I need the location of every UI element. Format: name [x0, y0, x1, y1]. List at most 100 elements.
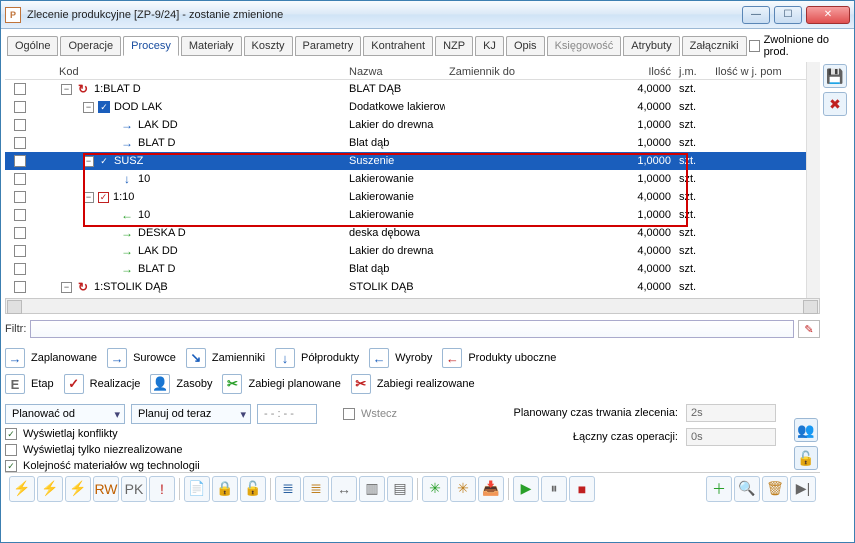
row-checkbox[interactable] — [14, 119, 26, 131]
toolbar-button[interactable]: ≣ — [275, 476, 301, 502]
back-checkbox[interactable] — [343, 408, 355, 420]
table-row[interactable]: →LAK DDLakier do drewna4,0000szt. — [5, 242, 820, 260]
row-checkbox[interactable] — [14, 173, 26, 185]
toolbar-button[interactable]: ✳ — [450, 476, 476, 502]
legend-item[interactable]: ✂Zabiegi realizowane — [351, 374, 475, 394]
plan-direction-combo[interactable]: Planować od — [5, 404, 125, 424]
tab-kj[interactable]: KJ — [475, 36, 504, 56]
row-checkbox[interactable] — [14, 263, 26, 275]
toolbar-button[interactable]: ⚡ — [65, 476, 91, 502]
toolbar-button[interactable]: ! — [149, 476, 175, 502]
legend-item[interactable]: ←Produkty uboczne — [442, 348, 556, 368]
row-checkbox[interactable] — [14, 155, 26, 167]
table-row[interactable]: →DESKA Ddeska dębowa4,0000szt. — [5, 224, 820, 242]
row-checkbox[interactable] — [14, 245, 26, 257]
tab-koszty[interactable]: Koszty — [244, 36, 293, 56]
filter-edit-button[interactable]: ✎ — [798, 320, 820, 338]
toolbar-button[interactable]: 🔒 — [212, 476, 238, 502]
tab-atrybuty[interactable]: Atrybuty — [623, 36, 679, 56]
table-row[interactable]: ↓10Lakierowanie1,0000szt. — [5, 170, 820, 188]
col-zamiennik[interactable]: Zamiennik do — [445, 66, 615, 78]
toolbar-button[interactable]: ⏸ — [541, 476, 567, 502]
toolbar-button[interactable]: RW — [93, 476, 119, 502]
user-link-button[interactable]: 👥 — [794, 418, 818, 442]
maximize-button[interactable]: ☐ — [774, 6, 802, 24]
cancel-button[interactable]: ✖ — [823, 92, 847, 116]
legend-item[interactable]: 👤Zasoby — [150, 374, 212, 394]
vertical-scrollbar[interactable] — [806, 62, 820, 298]
minimize-button[interactable]: — — [742, 6, 770, 24]
toolbar-button[interactable]: 📥 — [478, 476, 504, 502]
table-row[interactable]: −↻1:STOLIK DĄBSTOLIK DĄB4,0000szt. — [5, 278, 820, 296]
toolbar-button[interactable]: ⚡ — [9, 476, 35, 502]
table-row[interactable]: −✓DOD LAKDodatkowe lakierowa4,0000szt. — [5, 98, 820, 116]
tab-ogolne[interactable]: Ogólne — [7, 36, 58, 56]
legend-item[interactable]: ↘Zamienniki — [186, 348, 265, 368]
toolbar-button[interactable]: ↔ — [331, 476, 357, 502]
tab-kontrahent[interactable]: Kontrahent — [363, 36, 433, 56]
plan-time-input[interactable]: - - : - - — [257, 404, 317, 424]
tab-opis[interactable]: Opis — [506, 36, 545, 56]
row-checkbox[interactable] — [14, 209, 26, 221]
toolbar-button[interactable]: 🔓 — [240, 476, 266, 502]
toolbar-button[interactable]: 🔍 — [734, 476, 760, 502]
col-jm[interactable]: j.m. — [675, 66, 711, 78]
col-kod[interactable]: Kod — [55, 66, 345, 78]
release-checkbox[interactable] — [749, 40, 760, 52]
legend-item[interactable]: →Surowce — [107, 348, 176, 368]
tab-operacje[interactable]: Operacje — [60, 36, 121, 56]
toolbar-button[interactable]: ≣ — [303, 476, 329, 502]
toolbar-button[interactable]: ■ — [569, 476, 595, 502]
row-checkbox[interactable] — [14, 137, 26, 149]
toolbar-button[interactable]: ▤ — [387, 476, 413, 502]
tab-parametry[interactable]: Parametry — [295, 36, 362, 56]
legend-item[interactable]: ✂Zabiegi planowane — [222, 374, 340, 394]
horizontal-scrollbar[interactable] — [5, 298, 820, 314]
col-ilosc[interactable]: Ilość — [615, 66, 675, 78]
unrealized-checkbox[interactable] — [5, 444, 17, 456]
legend-item[interactable]: ✓Realizacje — [64, 374, 141, 394]
toolbar-button[interactable]: PK — [121, 476, 147, 502]
row-checkbox[interactable] — [14, 101, 26, 113]
tab-nzp[interactable]: NZP — [435, 36, 473, 56]
toolbar-button[interactable]: ⚡ — [37, 476, 63, 502]
toolbar-button[interactable]: 📄 — [184, 476, 210, 502]
techorder-checkbox[interactable] — [5, 460, 17, 472]
table-row[interactable]: −✓1:10Lakierowanie4,0000szt. — [5, 188, 820, 206]
row-checkbox[interactable] — [14, 281, 26, 293]
tab-ksiegowosc[interactable]: Księgowość — [547, 36, 622, 56]
table-row[interactable]: −↻1:BLAT DBLAT DĄB4,0000szt. — [5, 80, 820, 98]
legend-item[interactable]: ↓Półprodukty — [275, 348, 359, 368]
save-button[interactable]: 💾 — [823, 64, 847, 88]
table-row[interactable]: →BLAT DBlat dąb1,0000szt. — [5, 134, 820, 152]
table-row[interactable]: →BLAT DBlat dąb4,0000szt. — [5, 260, 820, 278]
grid-body: −↻1:BLAT DBLAT DĄB4,0000szt.−✓DOD LAKDod… — [5, 80, 820, 296]
row-checkbox[interactable] — [14, 227, 26, 239]
plan-from-combo[interactable]: Planuj od teraz — [131, 404, 251, 424]
filter-input[interactable] — [30, 320, 794, 338]
close-button[interactable]: ✕ — [806, 6, 850, 24]
table-row[interactable]: ←10Lakierowanie1,0000szt. — [5, 206, 820, 224]
toolbar-button[interactable]: ＋ — [706, 476, 732, 502]
tab-zalaczniki[interactable]: Załączniki — [682, 36, 747, 56]
lock-button[interactable]: 🔓 — [794, 446, 818, 470]
conflicts-checkbox[interactable] — [5, 428, 17, 440]
row-checkbox[interactable] — [14, 83, 26, 95]
legend-item[interactable]: →Zaplanowane — [5, 348, 97, 368]
table-row[interactable]: −✓SUSZSuszenie1,0000szt. — [5, 152, 820, 170]
col-nazwa[interactable]: Nazwa — [345, 66, 445, 78]
toolbar-button[interactable]: ▥ — [359, 476, 385, 502]
col-iloscjp[interactable]: Ilość w j. pom — [711, 66, 791, 78]
toolbar-button[interactable]: ▶| — [790, 476, 816, 502]
tab-materialy[interactable]: Materiały — [181, 36, 242, 56]
legend-item[interactable]: EEtap — [5, 374, 54, 394]
table-row[interactable]: →LAK DDLakier do drewna1,0000szt. — [5, 116, 820, 134]
total-op-time-value: 0s — [686, 428, 776, 446]
app-window: P Zlecenie produkcyjne [ZP-9/24] - zosta… — [0, 0, 855, 543]
toolbar-button[interactable]: ▶ — [513, 476, 539, 502]
toolbar-button[interactable]: ✳ — [422, 476, 448, 502]
legend-item[interactable]: ←Wyroby — [369, 348, 432, 368]
tab-procesy[interactable]: Procesy — [123, 36, 179, 56]
toolbar-button[interactable]: 🗑 — [762, 476, 788, 502]
row-checkbox[interactable] — [14, 191, 26, 203]
